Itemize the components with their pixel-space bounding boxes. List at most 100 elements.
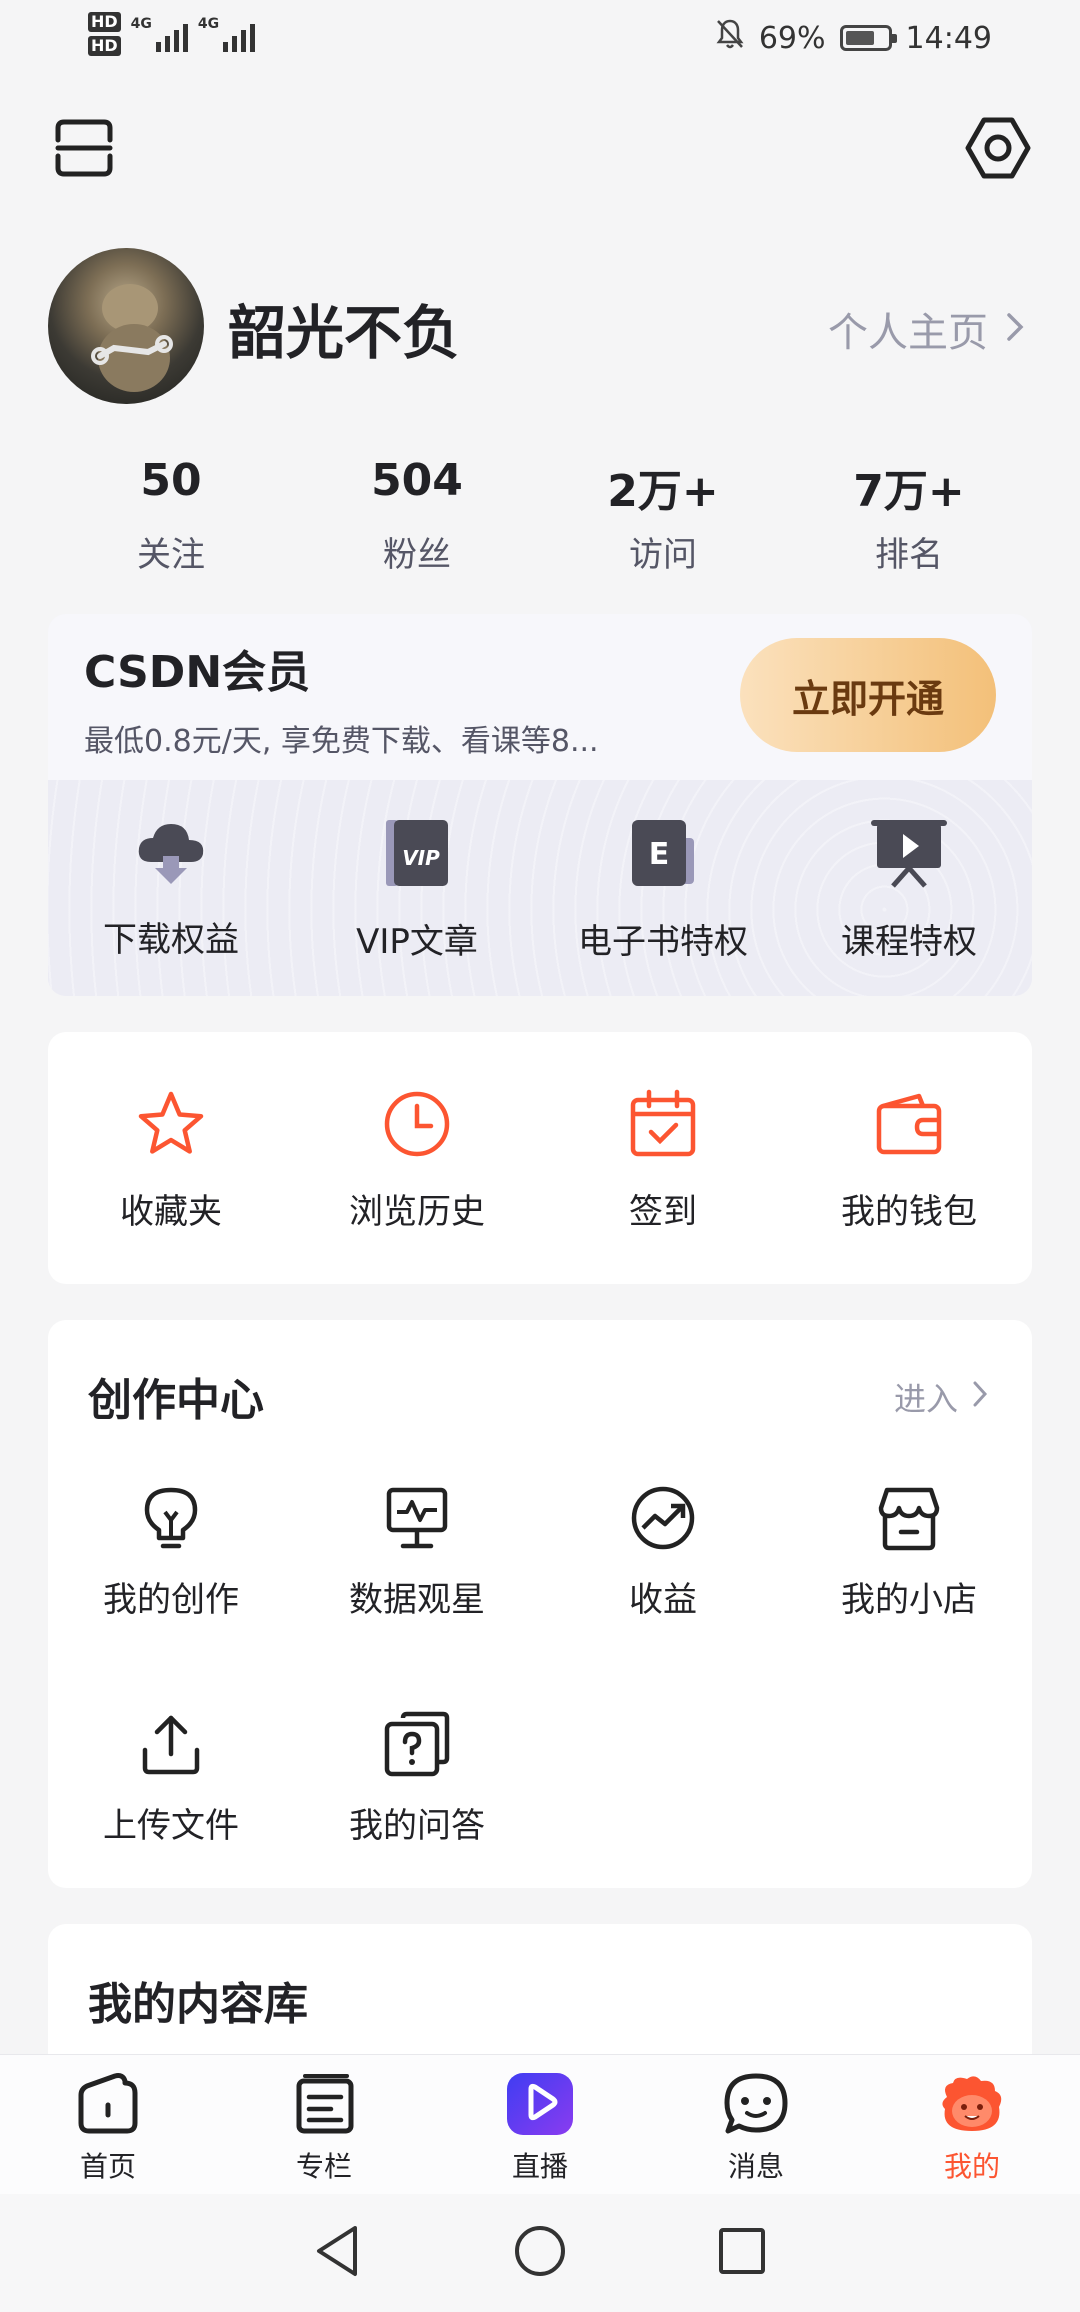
earnings-item[interactable]: 收益 [540,1484,786,1710]
star-icon [135,1088,207,1164]
home-icon [75,2073,141,2139]
stat-value: 504 [371,455,463,506]
bell-muted-icon [715,18,745,58]
my-shop-item[interactable]: 我的小店 [786,1484,1032,1710]
nav-messages[interactable]: 消息 [648,2055,864,2194]
nav-me-label: 我的 [943,2150,1000,2183]
system-nav-bar [0,2194,1080,2312]
nav-live[interactable]: 直播 [432,2055,648,2194]
checkin-item[interactable]: 签到 [540,1032,786,1284]
vip-header[interactable]: CSDN会员 最低0.8元/天, 享免费下载、看课等8... 立即开通 [48,614,1032,780]
homepage-link-label: 个人主页 [828,310,988,356]
checkin-label: 签到 [629,1192,697,1232]
vip-title: CSDN会员 [84,647,311,698]
live-play-icon [505,2073,575,2139]
vip-benefit-label: VIP文章 [356,922,478,962]
vip-benefit-course[interactable]: 课程特权 [786,780,1032,996]
vip-benefit-label: 下载权益 [103,920,239,960]
ebook-icon: E [628,818,698,892]
wallet-icon [873,1088,945,1164]
battery-icon [839,25,897,51]
creation-center-card: 创作中心 进入 我的创作 数据观星 收益 我的小店 上传文件 我的问答 [48,1320,1032,1888]
vip-book-icon: VIP [382,818,452,892]
stat-label: 访问 [629,535,697,575]
vip-subtitle: 最低0.8元/天, 享免费下载、看课等8... [84,724,599,759]
stat-value: 50 [140,455,202,506]
scan-icon[interactable] [48,112,120,184]
upload-icon [139,1710,203,1782]
nav-messages-label: 消息 [727,2150,784,2183]
home-circle-icon[interactable] [513,2224,567,2282]
data-stats-item[interactable]: 数据观星 [294,1484,540,1710]
history-label: 浏览历史 [349,1192,485,1232]
username[interactable]: 韶光不负 [228,286,460,370]
status-right: 69% 14:49 [715,18,992,58]
monitor-chart-icon [385,1484,449,1556]
trend-circle-icon [629,1484,697,1556]
question-cards-icon [383,1710,451,1782]
stat-label: 排名 [875,535,943,575]
vip-benefit-ebook[interactable]: E 电子书特权 [540,780,786,996]
wallet-item[interactable]: 我的钱包 [786,1032,1032,1284]
lightbulb-icon [139,1484,203,1556]
stat-value: 2万+ [607,466,719,517]
my-creation-label: 我的创作 [103,1580,239,1620]
creation-grid: 我的创作 数据观星 收益 我的小店 上传文件 我的问答 [48,1484,1032,1936]
stat-fans[interactable]: 504 粉丝 [294,455,540,576]
earnings-label: 收益 [629,1580,697,1620]
history-item[interactable]: 浏览历史 [294,1032,540,1284]
clock-icon [381,1088,453,1164]
vip-benefit-label: 课程特权 [841,922,977,962]
stat-visits[interactable]: 2万+ 访问 [540,455,786,576]
signal-1-icon: 4G [131,16,188,52]
stat-following[interactable]: 50 关注 [48,455,294,576]
bottom-nav: 首页 专栏 直播 消息 我的 [0,2054,1080,2194]
back-triangle-icon[interactable] [313,2224,363,2282]
upload-file-label: 上传文件 [103,1806,239,1846]
upload-file-item[interactable]: 上传文件 [48,1710,294,1936]
network-indicators: HD HD 4G 4G [88,12,256,56]
content-library-title: 我的内容库 [88,1979,308,2030]
shop-icon [877,1484,941,1556]
chevron-right-icon [972,1378,988,1416]
my-qa-item[interactable]: 我的问答 [294,1710,540,1936]
recents-square-icon[interactable] [717,2226,767,2280]
stat-label: 关注 [137,535,205,575]
homepage-link[interactable]: 个人主页 [828,300,1024,358]
nav-me[interactable]: 我的 [864,2055,1080,2194]
calendar-check-icon [627,1088,699,1164]
svg-text:VIP: VIP [402,846,440,870]
nav-column-label: 专栏 [295,2150,352,2183]
quick-actions-card: 收藏夹 浏览历史 签到 我的钱包 [48,1032,1032,1284]
my-creation-item[interactable]: 我的创作 [48,1484,294,1710]
nav-live-label: 直播 [511,2150,568,2183]
course-screen-icon [869,818,949,892]
creation-enter-link[interactable]: 进入 [894,1374,988,1420]
settings-icon[interactable] [958,108,1038,188]
vip-benefit-article[interactable]: VIP VIP文章 [294,780,540,996]
svg-text:E: E [649,837,670,872]
vip-benefit-download[interactable]: 下载权益 [48,780,294,996]
signal-2-icon: 4G [197,16,256,52]
mascot-icon [937,2073,1007,2139]
vip-open-button[interactable]: 立即开通 [740,638,996,752]
data-stats-label: 数据观星 [349,1580,485,1620]
hd-badge-1: HD [88,12,121,32]
nav-home[interactable]: 首页 [0,2055,216,2194]
stat-label: 粉丝 [383,535,451,575]
hd-badge-2: HD [88,36,121,56]
creation-enter-label: 进入 [893,1380,958,1418]
network-type-1: 4G [130,16,152,32]
stat-rank[interactable]: 7万+ 排名 [786,455,1032,576]
my-shop-label: 我的小店 [841,1580,977,1620]
chevron-right-icon [1006,306,1024,352]
vip-benefit-label: 电子书特权 [578,922,748,962]
network-type-2: 4G [197,16,220,32]
nav-column[interactable]: 专栏 [216,2055,432,2194]
cloud-download-icon [133,818,209,890]
battery-percent: 69% [758,20,826,56]
favorites-item[interactable]: 收藏夹 [48,1032,294,1284]
avatar[interactable] [48,248,204,404]
column-icon [291,2073,357,2139]
status-bar: HD HD 4G 4G 69% 14:49 [0,0,1080,80]
